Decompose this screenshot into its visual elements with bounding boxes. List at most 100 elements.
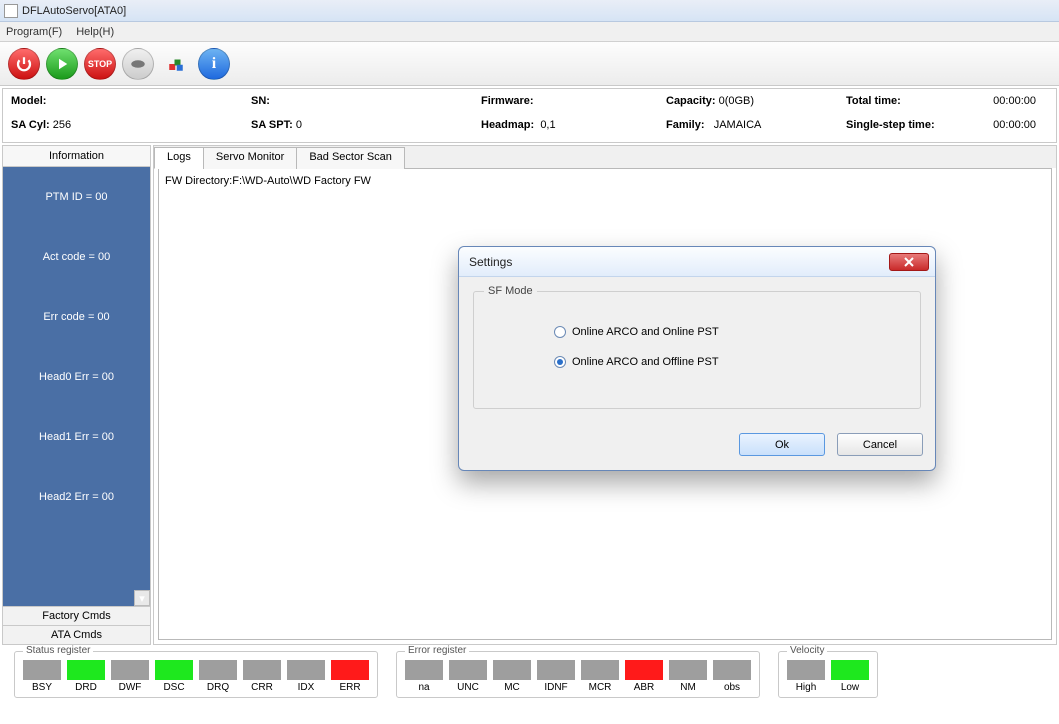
led-icon (67, 660, 105, 680)
register-label: UNC (457, 682, 479, 693)
register-label: ABR (634, 682, 655, 693)
scroll-down-icon[interactable]: ▾ (134, 590, 150, 606)
sidebar-item[interactable]: Head1 Err = 00 (3, 407, 150, 467)
led-icon (831, 660, 869, 680)
led-icon (537, 660, 575, 680)
sidebar-item[interactable]: Head0 Err = 00 (3, 347, 150, 407)
sidebar-item[interactable]: Err code = 00 (3, 287, 150, 347)
ok-button[interactable]: Ok (739, 433, 825, 456)
menu-program[interactable]: Program(F) (6, 26, 62, 38)
headmap-value: 0,1 (540, 119, 555, 131)
firmware-label: Firmware: (481, 95, 534, 107)
register-drq: DRQ (199, 660, 237, 693)
sf-mode-fieldset: SF Mode Online ARCO and Online PST Onlin… (473, 291, 921, 409)
register-label: MC (504, 682, 520, 693)
toolbar: STOP i (0, 42, 1059, 86)
factory-cmds-button[interactable]: Factory Cmds (3, 606, 150, 625)
play-button[interactable] (46, 48, 78, 80)
register-label: DWF (119, 682, 142, 693)
register-label: obs (724, 682, 740, 693)
register-mcr: MCR (581, 660, 619, 693)
disk-button[interactable] (122, 48, 154, 80)
register-label: na (418, 682, 429, 693)
saspt-value: 0 (296, 119, 302, 131)
sacyl-value: 256 (53, 119, 71, 131)
headmap-label: Headmap: (481, 119, 534, 131)
register-na: na (405, 660, 443, 693)
register-label: MCR (589, 682, 612, 693)
led-icon (449, 660, 487, 680)
menubar: Program(F) Help(H) (0, 22, 1059, 42)
close-icon (903, 257, 915, 267)
tab-logs[interactable]: Logs (154, 147, 204, 169)
sidebar-item[interactable]: Act code = 00 (3, 227, 150, 287)
radio-icon (554, 356, 566, 368)
family-value: JAMAICA (714, 119, 762, 131)
sidebar-list: PTM ID = 00 Act code = 00 Err code = 00 … (3, 167, 150, 606)
radio-icon (554, 326, 566, 338)
dialog-title: Settings (469, 255, 889, 269)
register-label: DSC (163, 682, 184, 693)
register-label: NM (680, 682, 696, 693)
sst-value: 00:00:00 (993, 119, 1036, 131)
led-icon (787, 660, 825, 680)
error-register-group: Error register naUNCMCIDNFMCRABRNMobs (396, 651, 760, 698)
titlebar: DFLAutoServo[ATA0] (0, 0, 1059, 22)
radio-online-offline[interactable]: Online ARCO and Offline PST (554, 356, 910, 368)
sidebar-item[interactable]: PTM ID = 00 (3, 167, 150, 227)
ata-cmds-button[interactable]: ATA Cmds (3, 625, 150, 644)
info-button[interactable]: i (198, 48, 230, 80)
register-unc: UNC (449, 660, 487, 693)
led-icon (199, 660, 237, 680)
register-label: DRD (75, 682, 97, 693)
register-label: Low (841, 682, 859, 693)
register-label: High (796, 682, 817, 693)
radio-label: Online ARCO and Online PST (572, 326, 719, 338)
radio-online-online[interactable]: Online ARCO and Online PST (554, 326, 910, 338)
cancel-button[interactable]: Cancel (837, 433, 923, 456)
register-label: DRQ (207, 682, 229, 693)
register-label: IDX (298, 682, 315, 693)
register-nm: NM (669, 660, 707, 693)
sidebar-item[interactable]: Head2 Err = 00 (3, 467, 150, 527)
model-label: Model: (11, 95, 46, 107)
led-icon (581, 660, 619, 680)
family-label: Family: (666, 119, 705, 131)
error-register-label: Error register (405, 645, 469, 656)
led-icon (493, 660, 531, 680)
status-bar: Status register BSYDRDDWFDSCDRQCRRIDXERR… (0, 645, 1059, 698)
totaltime-label: Total time: (846, 95, 901, 107)
close-button[interactable] (889, 253, 929, 271)
settings-dialog: Settings SF Mode Online ARCO and Online … (458, 246, 936, 471)
register-low: Low (831, 660, 869, 693)
register-abr: ABR (625, 660, 663, 693)
register-idnf: IDNF (537, 660, 575, 693)
register-label: ERR (339, 682, 360, 693)
dialog-titlebar[interactable]: Settings (459, 247, 935, 277)
stop-button[interactable]: STOP (84, 48, 116, 80)
register-crr: CRR (243, 660, 281, 693)
led-icon (405, 660, 443, 680)
capacity-label: Capacity: (666, 95, 716, 107)
led-icon (287, 660, 325, 680)
window-title: DFLAutoServo[ATA0] (22, 5, 126, 17)
blocks-button[interactable] (160, 48, 192, 80)
register-dwf: DWF (111, 660, 149, 693)
sacyl-label: SA Cyl: (11, 119, 50, 131)
led-icon (23, 660, 61, 680)
velocity-group: Velocity HighLow (778, 651, 878, 698)
register-idx: IDX (287, 660, 325, 693)
led-icon (331, 660, 369, 680)
capacity-value: 0(0GB) (719, 95, 754, 107)
tab-servo-monitor[interactable]: Servo Monitor (203, 147, 297, 169)
led-icon (111, 660, 149, 680)
totaltime-value: 00:00:00 (993, 95, 1036, 107)
register-drd: DRD (67, 660, 105, 693)
menu-help[interactable]: Help(H) (76, 26, 114, 38)
tab-bad-sector-scan[interactable]: Bad Sector Scan (296, 147, 405, 169)
power-button[interactable] (8, 48, 40, 80)
saspt-label: SA SPT: (251, 119, 293, 131)
sidebar-header: Information (3, 146, 150, 167)
register-label: CRR (251, 682, 273, 693)
register-bsy: BSY (23, 660, 61, 693)
